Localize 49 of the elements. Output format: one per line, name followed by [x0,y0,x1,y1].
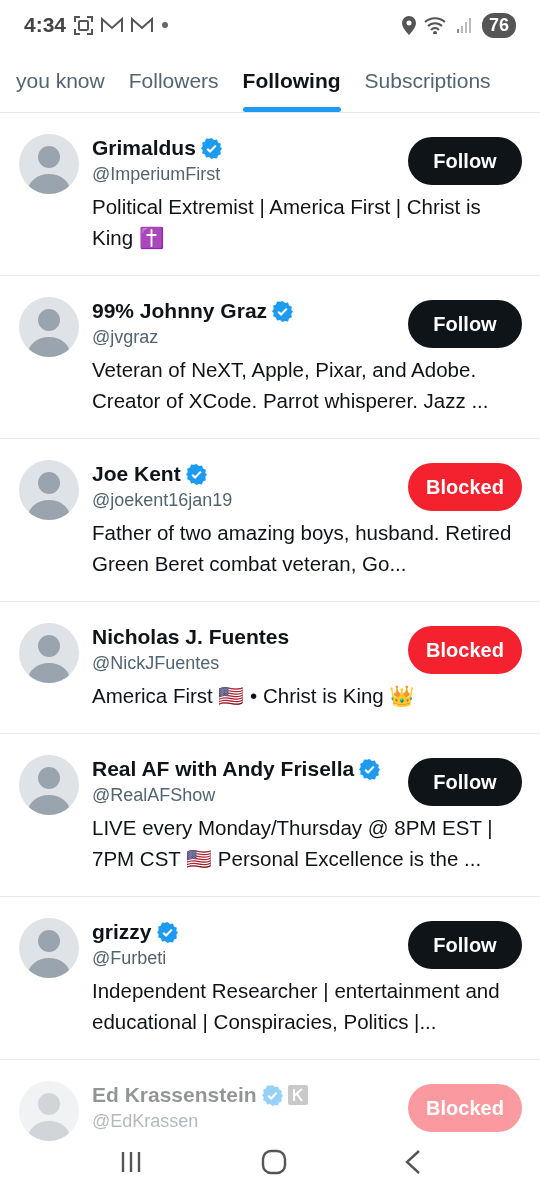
account-handle: @joekent16jan19 [92,490,234,511]
avatar[interactable] [18,622,80,684]
wifi-icon [423,16,448,34]
account-name[interactable]: grizzy [92,920,152,944]
back-icon[interactable] [405,1149,421,1175]
avatar[interactable] [18,917,80,979]
tab[interactable]: Subscriptions [352,50,503,112]
location-icon [401,15,416,35]
avatar[interactable] [18,1080,80,1142]
tab[interactable]: you know [4,50,117,112]
account-handle: @RealAFShow [92,785,217,806]
account-handle: @EdKrassen [92,1111,200,1132]
affiliate-badge-icon [287,1085,308,1105]
account-bio: America First 🇺🇸 • Christ is King 👑 [92,683,417,709]
account-bio: Veteran of NeXT, Apple, Pixar, and Adobe. Creator of XCode. Parrot whisperer. Jazz ... [92,357,490,414]
home-icon[interactable] [261,1149,287,1175]
account-name[interactable]: 99% Johnny Graz [92,299,268,323]
account-bio: Political Extremist | America First | Christ is King ✝ [92,194,482,251]
battery-level: 76 [481,12,516,38]
mail-icon [131,17,154,33]
tab[interactable]: Followers [116,50,231,112]
account-handle: @Furbeti [92,948,168,969]
avatar[interactable] [18,133,80,195]
avatar[interactable] [18,754,80,816]
follow-button[interactable]: Follow [408,300,522,348]
screenshot-icon [74,15,94,35]
mail-icon [101,17,124,33]
account-handle: @ImperiumFirst [92,164,222,185]
recent-apps-icon[interactable] [119,1150,143,1174]
blocked-button[interactable]: Blocked [408,626,522,674]
blocked-button[interactable]: Blocked [408,463,522,511]
tab[interactable]: Following [230,50,353,112]
account-handle: @NickJFuentes [92,653,221,674]
account-name[interactable]: Grimaldus [92,136,196,160]
account-name[interactable]: Joe Kent [92,462,181,486]
dot-icon [161,21,170,29]
account-handle: @jvgraz [92,327,160,348]
follow-button[interactable]: Follow [408,921,522,969]
account-bio: Independent Researcher | entertainment and educational | Conspiracies, Politics |... [92,978,501,1035]
status-time: 4:34 [24,13,67,37]
account-bio: LIVE every Monday/Thursday @ 8PM EST | 7PM CST 🇺🇸 Personal Excellence is the ... [92,815,494,872]
account-bio: Father of two amazing boys, husband. Retired Green Beret combat veteran, Go... [92,520,513,577]
follow-button[interactable]: Follow [408,758,522,806]
account-name[interactable]: Nicholas J. Fuentes [92,625,290,649]
follow-button[interactable]: Follow [408,137,522,185]
avatar[interactable] [18,459,80,521]
signal-icon [455,16,474,34]
avatar[interactable] [18,296,80,358]
account-name[interactable]: Real AF with Andy Frisella [92,757,355,781]
